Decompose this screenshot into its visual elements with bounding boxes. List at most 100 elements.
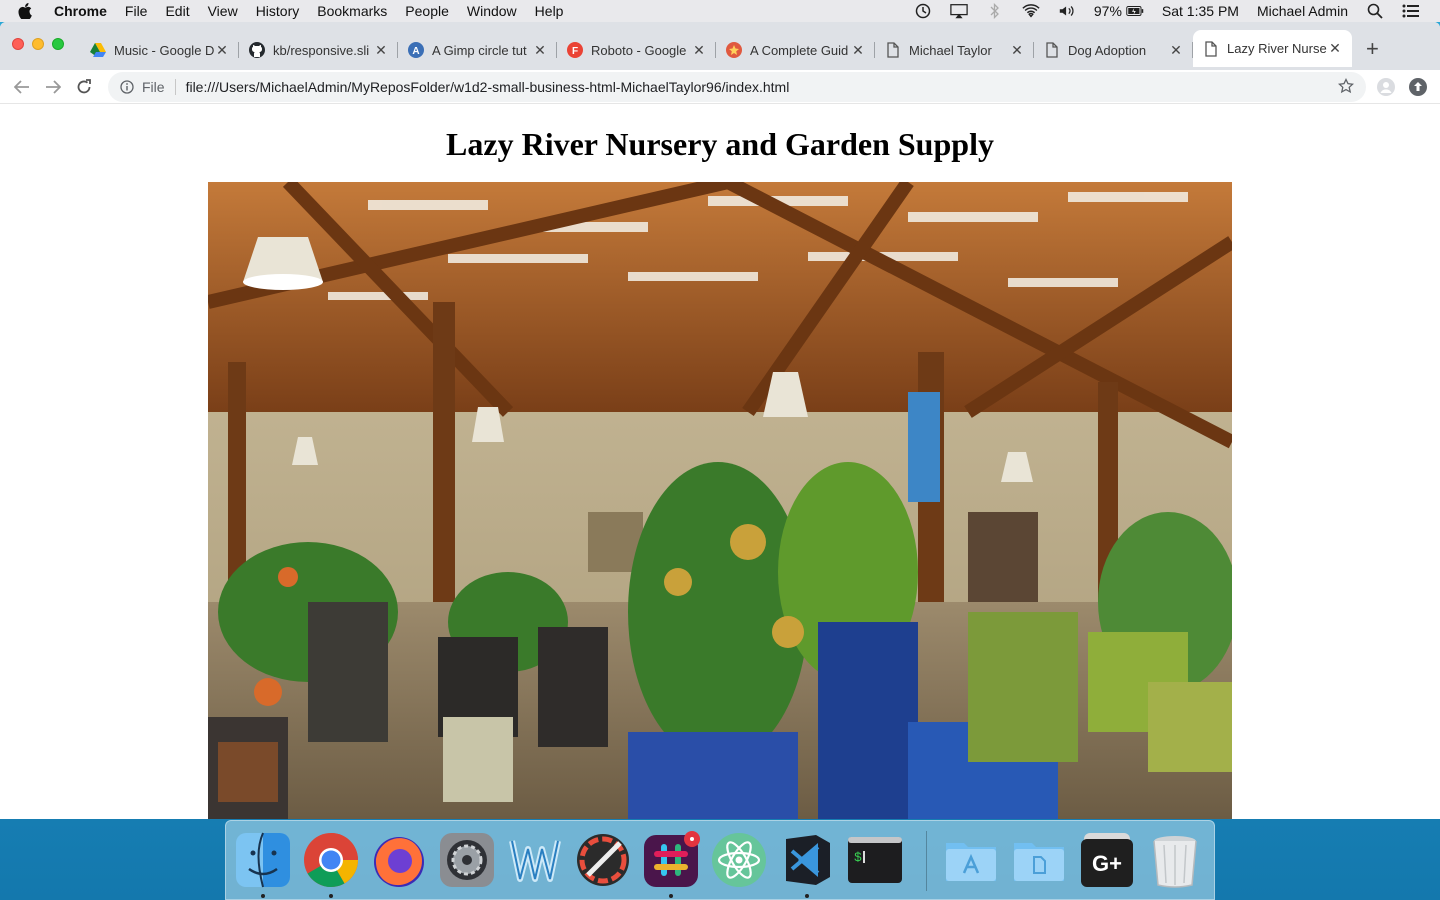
tab-gimp-circle-tutorial[interactable]: A A Gimp circle tut ✕ bbox=[398, 33, 557, 67]
menu-bookmarks[interactable]: Bookmarks bbox=[317, 3, 387, 19]
document-icon bbox=[1044, 42, 1060, 58]
dock-system-preferences[interactable] bbox=[438, 831, 496, 889]
menu-view[interactable]: View bbox=[208, 3, 238, 19]
chrome-window: Music - Google D ✕ kb/responsive.sli ✕ A… bbox=[0, 22, 1440, 819]
tab-roboto-google-fonts[interactable]: F Roboto - Google ✕ bbox=[557, 33, 716, 67]
dock-documents-folder[interactable] bbox=[1010, 831, 1068, 889]
apple-menu-icon[interactable] bbox=[18, 3, 34, 19]
menu-window[interactable]: Window bbox=[467, 3, 517, 19]
volume-icon[interactable] bbox=[1058, 4, 1076, 18]
url-text[interactable]: file:///Users/MichaelAdmin/MyReposFolder… bbox=[186, 79, 790, 95]
extension-upload-icon[interactable] bbox=[1409, 78, 1427, 96]
gimp-site-icon: A bbox=[408, 42, 424, 58]
macos-menu-bar: Chrome File Edit View History Bookmarks … bbox=[0, 0, 1440, 22]
site-info-icon[interactable] bbox=[120, 80, 134, 94]
menu-help[interactable]: Help bbox=[535, 3, 564, 19]
dock-google-plus[interactable]: G+ bbox=[1078, 831, 1136, 889]
dock-wunderlist[interactable] bbox=[506, 831, 564, 889]
google-fonts-icon: F bbox=[567, 42, 583, 58]
tab-dog-adoption[interactable]: Dog Adoption ✕ bbox=[1034, 33, 1193, 67]
dock-finder[interactable] bbox=[234, 831, 292, 898]
svg-text:F: F bbox=[572, 46, 578, 57]
running-indicator bbox=[669, 894, 673, 898]
dock-firefox[interactable] bbox=[370, 831, 428, 889]
page-heading: Lazy River Nursery and Garden Supply bbox=[446, 126, 994, 162]
address-bar[interactable]: File file:///Users/MichaelAdmin/MyReposF… bbox=[108, 72, 1366, 102]
github-icon bbox=[249, 42, 265, 58]
document-icon bbox=[1203, 40, 1219, 57]
dock-pixelmator[interactable] bbox=[574, 831, 632, 889]
window-controls bbox=[12, 38, 64, 50]
battery-percent[interactable]: 97% bbox=[1094, 3, 1122, 19]
running-indicator bbox=[805, 894, 809, 898]
menu-app-name[interactable]: Chrome bbox=[54, 3, 107, 19]
menubar-clock[interactable]: Sat 1:35 PM bbox=[1162, 3, 1239, 19]
tab-music-google-drive[interactable]: Music - Google D ✕ bbox=[80, 33, 239, 67]
tab-list: Music - Google D ✕ kb/responsive.sli ✕ A… bbox=[80, 30, 1352, 70]
notification-center-icon[interactable] bbox=[1402, 4, 1420, 18]
bluetooth-icon[interactable] bbox=[986, 3, 1004, 19]
tab-title: kb/responsive.sli bbox=[273, 42, 370, 58]
dock-slack[interactable] bbox=[642, 831, 700, 898]
macos-dock: $ G+ bbox=[225, 820, 1215, 900]
running-indicator bbox=[329, 894, 333, 898]
menu-history[interactable]: History bbox=[256, 3, 300, 19]
new-tab-plus-icon[interactable]: + bbox=[1366, 36, 1379, 62]
tab-close-icon[interactable]: ✕ bbox=[1169, 42, 1183, 59]
menubar-status-area: 97% Sat 1:35 PM Michael Admin bbox=[914, 0, 1420, 22]
menu-file[interactable]: File bbox=[125, 3, 148, 19]
window-close-button[interactable] bbox=[12, 38, 24, 50]
tab-title: A Complete Guid bbox=[750, 42, 849, 58]
tab-michael-taylor[interactable]: Michael Taylor ✕ bbox=[875, 33, 1034, 67]
svg-text:$: $ bbox=[854, 850, 862, 865]
page-viewport: Lazy River Nursery and Garden Supply bbox=[0, 104, 1440, 819]
dock-applications-folder[interactable] bbox=[942, 831, 1000, 889]
menubar-user[interactable]: Michael Admin bbox=[1257, 3, 1348, 19]
menu-people[interactable]: People bbox=[405, 3, 449, 19]
tab-close-icon[interactable]: ✕ bbox=[851, 42, 865, 59]
document-icon bbox=[885, 42, 901, 58]
google-drive-icon bbox=[90, 42, 106, 58]
tab-close-icon[interactable]: ✕ bbox=[1010, 42, 1024, 59]
tab-title: A Gimp circle tut bbox=[432, 42, 527, 58]
dock-separator bbox=[926, 831, 927, 891]
window-minimize-button[interactable] bbox=[32, 38, 44, 50]
tab-github-responsive[interactable]: kb/responsive.sli ✕ bbox=[239, 33, 398, 67]
svg-text:G+: G+ bbox=[1092, 851, 1122, 876]
svg-text:A: A bbox=[412, 46, 419, 57]
nursery-hero-image bbox=[208, 182, 1232, 819]
battery-charging-icon[interactable] bbox=[1126, 4, 1144, 18]
dock-trash[interactable] bbox=[1146, 831, 1204, 889]
tab-title: Lazy River Nurse bbox=[1227, 41, 1327, 56]
css-tricks-icon bbox=[726, 42, 742, 58]
window-zoom-button[interactable] bbox=[52, 38, 64, 50]
time-machine-icon[interactable] bbox=[914, 3, 932, 19]
browser-toolbar: File file:///Users/MichaelAdmin/MyReposF… bbox=[0, 70, 1440, 104]
url-scheme-label: File bbox=[142, 79, 176, 95]
tab-close-icon[interactable]: ✕ bbox=[215, 42, 229, 59]
dock-chrome[interactable] bbox=[302, 831, 360, 898]
tab-close-icon[interactable]: ✕ bbox=[533, 42, 547, 59]
bookmark-star-icon[interactable] bbox=[1337, 77, 1355, 94]
tab-strip: Music - Google D ✕ kb/responsive.sli ✕ A… bbox=[0, 22, 1440, 70]
tab-close-icon[interactable]: ✕ bbox=[692, 42, 706, 59]
dock-atom[interactable] bbox=[710, 831, 768, 889]
spotlight-search-icon[interactable] bbox=[1366, 3, 1384, 19]
tab-close-icon[interactable]: ✕ bbox=[1328, 40, 1342, 57]
back-arrow-icon[interactable] bbox=[13, 78, 31, 96]
tab-title: Dog Adoption bbox=[1068, 42, 1147, 58]
tab-complete-guide[interactable]: A Complete Guid ✕ bbox=[716, 33, 875, 67]
profile-avatar-icon[interactable] bbox=[1377, 78, 1395, 96]
menu-edit[interactable]: Edit bbox=[165, 3, 189, 19]
dock-vscode[interactable] bbox=[778, 831, 836, 898]
reload-icon[interactable] bbox=[75, 78, 93, 96]
tab-close-icon[interactable]: ✕ bbox=[374, 42, 388, 59]
tab-title: Roboto - Google bbox=[591, 42, 687, 58]
wifi-icon[interactable] bbox=[1022, 4, 1040, 18]
forward-arrow-icon[interactable] bbox=[44, 78, 62, 96]
running-indicator bbox=[261, 894, 265, 898]
tab-title: Michael Taylor bbox=[909, 42, 992, 58]
tab-lazy-river-nursery[interactable]: Lazy River Nurse ✕ bbox=[1193, 30, 1352, 67]
dock-terminal[interactable]: $ bbox=[846, 831, 904, 889]
airplay-icon[interactable] bbox=[950, 4, 968, 19]
